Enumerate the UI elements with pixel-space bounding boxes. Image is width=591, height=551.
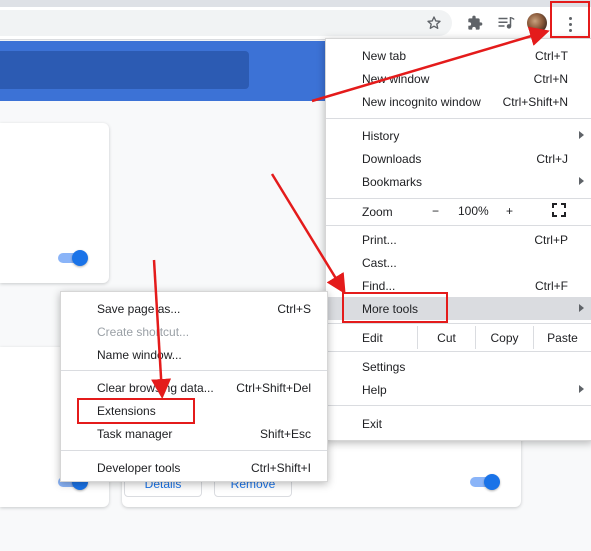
submenu-item-create-shortcut: Create shortcut... [61, 320, 327, 343]
menu-item-label: Exit [362, 416, 383, 431]
menu-item-label: Settings [362, 359, 406, 374]
submenu-item-save-page[interactable]: Save page as... Ctrl+S [61, 297, 327, 320]
annotation-box-more-tools [342, 292, 448, 323]
menu-edit-row: Edit Cut Copy Paste [326, 326, 591, 349]
menu-separator [326, 405, 591, 406]
submenu-item-developer-tools[interactable]: Developer tools Ctrl+Shift+I [61, 456, 327, 479]
cut-button[interactable]: Cut [417, 326, 475, 349]
menu-item-label: Name window... [97, 347, 182, 362]
menu-separator [326, 198, 591, 199]
extension-toggle[interactable] [58, 250, 88, 266]
menu-item-label: New incognito window [362, 94, 481, 109]
menu-item-label: Zoom [362, 204, 393, 219]
menu-separator [326, 351, 591, 352]
menu-item-help[interactable]: Help [326, 378, 591, 401]
menu-item-new-window[interactable]: New window Ctrl+N [326, 67, 591, 90]
submenu-arrow-icon [579, 177, 584, 185]
extensions-puzzle-icon[interactable] [465, 13, 485, 33]
menu-item-label: History [362, 128, 400, 143]
menu-shortcut: Ctrl+J [536, 151, 568, 166]
menu-item-new-incognito-window[interactable]: New incognito window Ctrl+Shift+N [326, 90, 591, 113]
menu-item-label: Task manager [97, 426, 173, 441]
submenu-item-task-manager[interactable]: Task manager Shift+Esc [61, 422, 327, 445]
menu-item-label: New tab [362, 48, 407, 63]
menu-separator [61, 370, 327, 371]
menu-item-history[interactable]: History [326, 124, 591, 147]
menu-item-exit[interactable]: Exit [326, 412, 591, 435]
page-header-bar [0, 41, 330, 101]
menu-separator [61, 450, 327, 451]
avatar[interactable] [527, 13, 547, 33]
zoom-level: 100% [458, 204, 489, 218]
menu-item-label: Developer tools [97, 460, 181, 475]
menu-shortcut: Ctrl+F [535, 278, 568, 293]
page-search-field[interactable] [0, 51, 249, 89]
menu-item-label: Save page as... [97, 301, 181, 316]
menu-zoom-row: Zoom − 100% + [326, 200, 591, 223]
menu-item-label: New window [362, 71, 430, 86]
menu-item-cast[interactable]: Cast... [326, 251, 591, 274]
chrome-main-menu: New tab Ctrl+T New window Ctrl+N New inc… [325, 38, 591, 441]
menu-item-label: Print... [362, 232, 397, 247]
submenu-item-clear-browsing-data[interactable]: Clear browsing data... Ctrl+Shift+Del [61, 376, 327, 399]
menu-shortcut: Ctrl+T [535, 48, 568, 63]
submenu-arrow-icon [579, 131, 584, 139]
menu-shortcut: Shift+Esc [259, 426, 311, 441]
address-bar[interactable] [0, 10, 452, 36]
submenu-arrow-icon [579, 385, 584, 393]
star-icon[interactable] [424, 13, 444, 33]
fullscreen-icon[interactable] [552, 203, 566, 220]
submenu-arrow-icon [579, 304, 584, 312]
menu-item-new-tab[interactable]: New tab Ctrl+T [326, 44, 591, 67]
menu-item-downloads[interactable]: Downloads Ctrl+J [326, 147, 591, 170]
media-playlist-icon[interactable] [496, 13, 516, 33]
menu-separator [326, 118, 591, 119]
menu-separator [326, 225, 591, 226]
menu-shortcut: Ctrl+Shift+Del [236, 380, 311, 395]
menu-item-settings[interactable]: Settings [326, 355, 591, 378]
extension-card [0, 123, 109, 283]
menu-item-label: Help [362, 382, 387, 397]
menu-shortcut: Ctrl+Shift+N [502, 94, 568, 109]
browser-toolbar [0, 7, 591, 40]
annotation-box-kebab [550, 1, 590, 38]
zoom-out-button[interactable]: − [432, 204, 439, 218]
more-tools-submenu: Save page as... Ctrl+S Create shortcut..… [60, 291, 328, 482]
annotation-box-extensions [77, 398, 195, 424]
menu-shortcut: Ctrl+P [534, 232, 568, 247]
extension-toggle[interactable] [470, 474, 500, 490]
zoom-in-button[interactable]: + [506, 204, 513, 218]
menu-item-label: Downloads [362, 151, 422, 166]
menu-item-label: Create shortcut... [97, 324, 190, 339]
menu-item-label: Bookmarks [362, 174, 423, 189]
tab-strip [0, 0, 591, 7]
menu-item-label: Clear browsing data... [97, 380, 214, 395]
menu-item-bookmarks[interactable]: Bookmarks [326, 170, 591, 193]
menu-item-print[interactable]: Print... Ctrl+P [326, 228, 591, 251]
menu-separator [326, 323, 591, 324]
menu-item-label: Edit [362, 330, 383, 345]
submenu-item-name-window[interactable]: Name window... [61, 343, 327, 366]
menu-item-label: Find... [362, 278, 396, 293]
menu-shortcut: Ctrl+N [533, 71, 568, 86]
menu-shortcut: Ctrl+S [277, 301, 311, 316]
paste-button[interactable]: Paste [533, 326, 591, 349]
menu-shortcut: Ctrl+Shift+I [250, 460, 311, 475]
menu-item-label: Cast... [362, 255, 397, 270]
copy-button[interactable]: Copy [475, 326, 533, 349]
